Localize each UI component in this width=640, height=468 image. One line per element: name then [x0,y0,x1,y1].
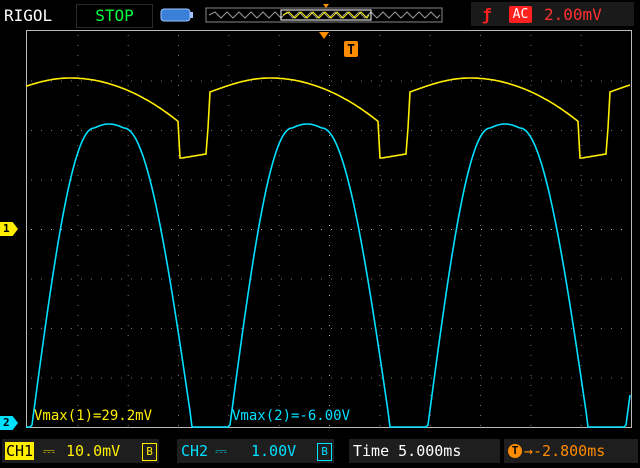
trigger-offset-value: →-2.800ms [524,442,606,460]
dc-coupling-icon: ⎓ [43,442,55,460]
trigger-offset-settings[interactable]: T →-2.800ms [504,439,638,463]
ch1-scale: 10.0mV [66,442,121,460]
ch2-label: CH2 [181,442,209,460]
trigger-position-arrow [319,32,329,39]
timebase-settings[interactable]: Time 5.000ms [349,439,500,463]
timebase-value: Time 5.000ms [353,442,462,460]
ch2-bandwidth-limit-badge: B [317,443,332,461]
ch1-vmax-measurement: Vmax(1)=29.2mV [34,408,153,424]
ch1-bandwidth-limit-badge: B [142,443,157,461]
trigger-offset-icon: T [508,444,522,458]
ch2-vmax-measurement: Vmax(2)=-6.00V [232,408,351,424]
ch2-settings[interactable]: CH2 ⎓ 1.00V B [177,439,334,463]
ch1-waveform [25,77,631,159]
bottom-status-bar: CH1 ⎓ 10.0mV B CH2 ⎓ 1.00V B Time 5.000m… [0,436,640,468]
ch2-waveform [26,123,631,428]
trigger-position-label: T [347,43,355,58]
waveform-canvas: T [25,32,631,428]
ch2-scale: 1.00V [251,442,297,460]
ch1-label: CH1 [5,442,35,460]
dc-coupling-icon: ⎓ [215,442,227,460]
ch1-settings[interactable]: CH1 ⎓ 10.0mV B [2,439,159,463]
